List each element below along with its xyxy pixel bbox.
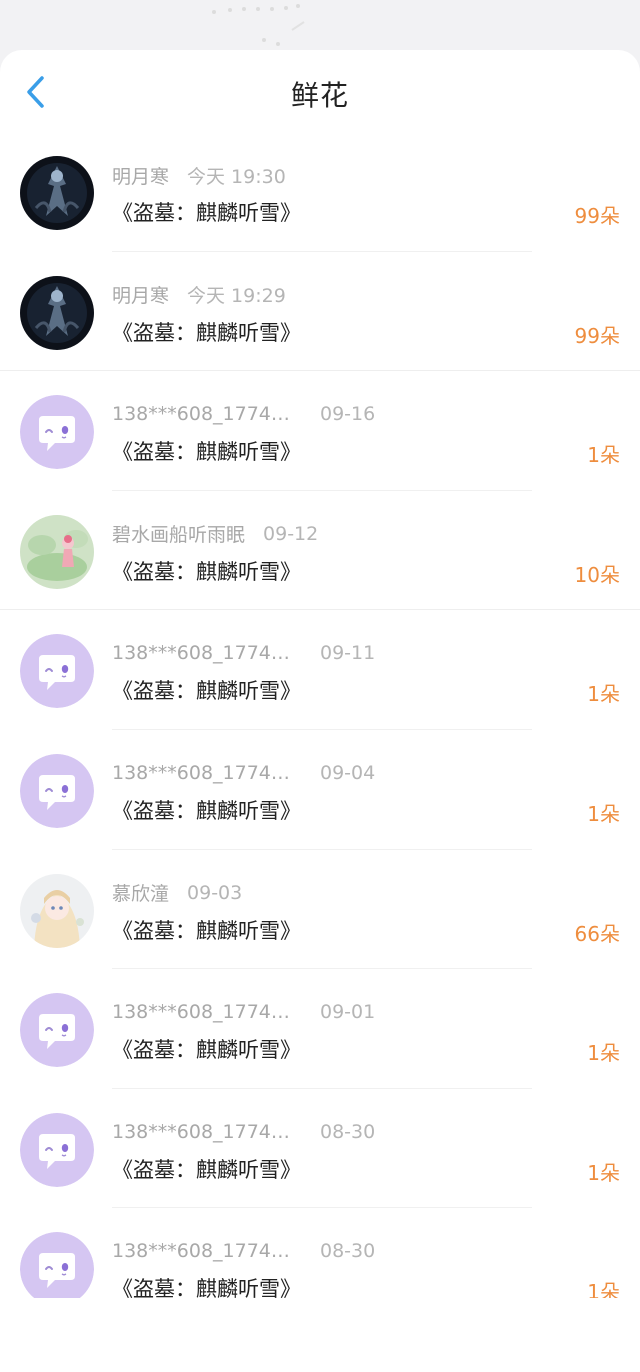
- flower-count: 1朵: [587, 1041, 620, 1066]
- flower-record-list: 明月寒 今天 19:30 《盗墓：麒麟听雪》 99朵 明月寒 今天 19:29 …: [0, 132, 640, 1298]
- list-item[interactable]: 138***608_1774… 08-30 《盗墓：麒麟听雪》 1朵: [0, 1088, 640, 1209]
- meta-line: 碧水画船听雨眠 09-12: [112, 521, 318, 547]
- meta-line: 138***608_1774… 09-11: [112, 640, 375, 666]
- list-item[interactable]: 138***608_1774… 09-11 《盗墓：麒麟听雪》 1朵: [0, 610, 640, 730]
- sender-name: 明月寒: [112, 165, 170, 188]
- sender-name: 138***608_1774…: [112, 642, 290, 665]
- blurred-background-icon: [212, 4, 305, 46]
- sender-name: 明月寒: [112, 285, 170, 308]
- list-item[interactable]: 明月寒 今天 19:30 《盗墓：麒麟听雪》 99朵: [0, 132, 640, 252]
- meta-line: 138***608_1774… 08-30: [112, 1238, 375, 1264]
- default-avatar-icon: [20, 395, 94, 470]
- avatar[interactable]: [20, 156, 94, 230]
- meta-line: 138***608_1774… 09-01: [112, 999, 375, 1025]
- sender-name: 138***608_1774…: [112, 1240, 290, 1263]
- sender-name: 碧水画船听雨眠: [112, 524, 246, 547]
- list-item[interactable]: 138***608_1774… 08-30 《盗墓：麒麟听雪》 1朵: [0, 1208, 640, 1298]
- timestamp: 09-11: [320, 642, 376, 665]
- timestamp: 今天 19:29: [187, 285, 286, 308]
- avatar[interactable]: [20, 395, 94, 470]
- timestamp: 09-16: [320, 403, 376, 426]
- dark-avatar-icon: [20, 275, 94, 350]
- timestamp: 09-12: [263, 522, 319, 545]
- meta-line: 138***608_1774… 08-30: [112, 1119, 375, 1145]
- book-title: 《盗墓：麒麟听雪》: [112, 1157, 301, 1182]
- avatar[interactable]: [20, 753, 94, 828]
- timestamp: 09-03: [187, 881, 243, 904]
- meta-line: 明月寒 今天 19:29: [112, 282, 286, 308]
- sender-name: 慕欣潼: [112, 883, 170, 906]
- list-item[interactable]: 碧水画船听雨眠 09-12 《盗墓：麒麟听雪》 10朵: [0, 490, 640, 611]
- default-avatar-icon: [20, 634, 94, 709]
- avatar[interactable]: [20, 275, 94, 350]
- avatar[interactable]: [20, 634, 94, 709]
- book-title: 《盗墓：麒麟听雪》: [112, 320, 301, 345]
- list-item[interactable]: 慕欣潼 09-03 《盗墓：麒麟听雪》 66朵: [0, 849, 640, 970]
- default-avatar-icon: [20, 1112, 94, 1187]
- dark-avatar-icon: [20, 156, 94, 230]
- list-item[interactable]: 138***608_1774… 09-01 《盗墓：麒麟听雪》 1朵: [0, 969, 640, 1089]
- flower-count: 1朵: [587, 1280, 620, 1298]
- list-item[interactable]: 138***608_1774… 09-16 《盗墓：麒麟听雪》 1朵: [0, 371, 640, 491]
- flower-count: 99朵: [574, 204, 620, 228]
- sender-name: 138***608_1774…: [112, 403, 290, 426]
- default-avatar-icon: [20, 753, 94, 828]
- avatar[interactable]: [20, 1232, 94, 1298]
- flower-count: 1朵: [587, 801, 620, 826]
- sender-name: 138***608_1774…: [112, 1001, 290, 1024]
- meta-line: 慕欣潼 09-03: [112, 880, 242, 906]
- flower-count: 66朵: [574, 921, 620, 946]
- flower-count: 1朵: [587, 682, 620, 707]
- timestamp: 08-30: [320, 1120, 376, 1143]
- timestamp: 09-01: [320, 1001, 376, 1024]
- timestamp: 今天 19:30: [187, 165, 286, 188]
- flower-count: 1朵: [587, 1160, 620, 1185]
- green-avatar-icon: [20, 514, 94, 589]
- timestamp: 09-04: [320, 761, 376, 784]
- flower-count: 10朵: [574, 562, 620, 587]
- book-title: 《盗墓：麒麟听雪》: [112, 440, 301, 465]
- default-avatar-icon: [20, 993, 94, 1068]
- book-title: 《盗墓：麒麟听雪》: [112, 559, 301, 584]
- list-item[interactable]: 明月寒 今天 19:29 《盗墓：麒麟听雪》 99朵: [0, 251, 640, 372]
- book-title: 《盗墓：麒麟听雪》: [112, 918, 301, 943]
- default-avatar-icon: [20, 1232, 94, 1298]
- list-item[interactable]: 138***608_1774… 09-04 《盗墓：麒麟听雪》 1朵: [0, 729, 640, 850]
- nav-header: 鲜花: [0, 50, 640, 132]
- meta-line: 138***608_1774… 09-16: [112, 401, 375, 427]
- flower-count: 99朵: [574, 323, 620, 348]
- avatar[interactable]: [20, 873, 94, 948]
- meta-line: 138***608_1774… 09-04: [112, 760, 375, 786]
- meta-line: 明月寒 今天 19:30: [112, 162, 286, 188]
- book-title: 《盗墓：麒麟听雪》: [112, 1038, 301, 1063]
- page-title: 鲜花: [290, 79, 349, 112]
- light-avatar-icon: [20, 873, 94, 948]
- timestamp: 08-30: [320, 1240, 376, 1263]
- book-title: 《盗墓：麒麟听雪》: [112, 201, 301, 225]
- book-title: 《盗墓：麒麟听雪》: [112, 679, 301, 704]
- sender-name: 138***608_1774…: [112, 1120, 290, 1143]
- avatar[interactable]: [20, 514, 94, 589]
- book-title: 《盗墓：麒麟听雪》: [112, 798, 301, 823]
- flower-count: 1朵: [587, 443, 620, 468]
- book-title: 《盗墓：麒麟听雪》: [112, 1277, 301, 1298]
- avatar[interactable]: [20, 993, 94, 1068]
- sender-name: 138***608_1774…: [112, 761, 290, 784]
- avatar[interactable]: [20, 1112, 94, 1187]
